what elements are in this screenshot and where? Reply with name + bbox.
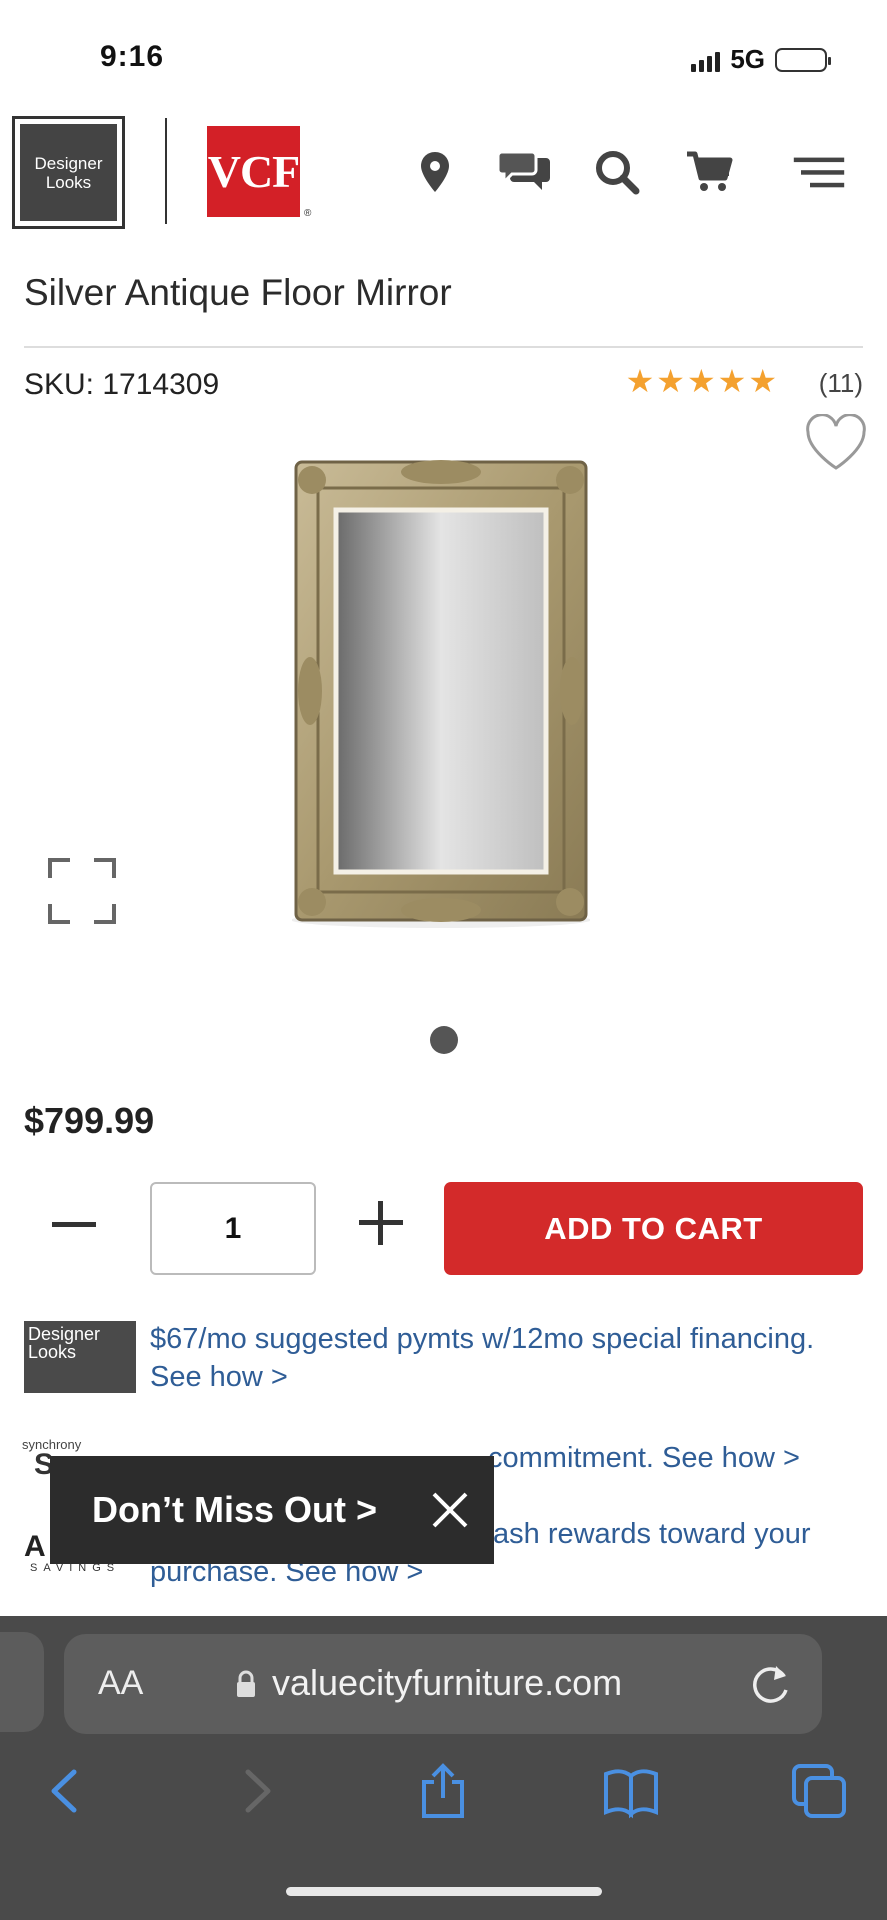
chat-icon[interactable] (498, 145, 552, 199)
toast-label[interactable]: Don’t Miss Out > (92, 1489, 377, 1531)
dont-miss-out-toast[interactable]: Don’t Miss Out > (50, 1456, 494, 1564)
cash-rewards-link[interactable]: ash rewards toward your (493, 1518, 811, 1551)
search-icon[interactable] (590, 145, 644, 199)
rating-stars[interactable]: ★ ★ ★ ★ ★ (626, 364, 777, 398)
star-icon: ★ (686, 363, 716, 399)
registered-mark: ® (304, 208, 312, 219)
savings-logo-letter: A (24, 1530, 46, 1563)
star-icon: ★ (717, 363, 747, 399)
previous-tab-preview[interactable] (0, 1632, 44, 1732)
close-icon[interactable] (426, 1486, 474, 1534)
designer-looks-card-image: Designer Looks (24, 1321, 136, 1393)
fullscreen-expand-icon[interactable] (48, 858, 116, 924)
bookmarks-icon[interactable] (602, 1762, 660, 1820)
home-indicator[interactable] (286, 1887, 602, 1896)
quantity-decrease-button[interactable] (50, 1194, 98, 1254)
product-sku: SKU: 1714309 (24, 368, 220, 401)
lock-icon (236, 1670, 256, 1698)
battery-icon (775, 47, 831, 72)
menu-icon[interactable] (792, 145, 846, 199)
product-price: $799.99 (24, 1100, 155, 1141)
quantity-input[interactable]: 1 (150, 1182, 316, 1275)
star-icon: ★ (625, 363, 655, 399)
product-title: Silver Antique Floor Mirror (24, 272, 452, 313)
designer-card-text: Designer Looks (28, 1324, 101, 1362)
share-icon[interactable] (414, 1762, 472, 1820)
network-label: 5G (730, 44, 765, 74)
back-icon[interactable] (38, 1762, 96, 1820)
add-to-cart-button[interactable]: ADD TO CART (444, 1182, 863, 1275)
tabs-icon[interactable] (790, 1762, 848, 1820)
title-divider (24, 346, 863, 348)
vcf-logo[interactable]: VCF (207, 126, 300, 217)
location-pin-icon[interactable] (408, 145, 462, 199)
cart-icon[interactable] (682, 145, 736, 199)
apr-link[interactable]: commitment. See how > (488, 1442, 800, 1475)
status-time: 9:16 (100, 40, 165, 73)
status-indicators: 5G (691, 44, 831, 75)
plus-icon (359, 1201, 403, 1245)
forward-icon[interactable] (226, 1762, 284, 1820)
reader-settings-button[interactable]: AA (98, 1664, 143, 1703)
reload-icon[interactable] (746, 1658, 796, 1710)
minus-icon (52, 1221, 96, 1227)
wishlist-heart-icon[interactable] (804, 413, 868, 474)
review-count[interactable]: (11) (819, 368, 863, 399)
financing-link[interactable]: $67/mo suggested pymts w/12mo special fi… (150, 1320, 850, 1396)
quantity-increase-button[interactable] (356, 1196, 406, 1250)
logo-divider (165, 118, 167, 224)
star-icon: ★ (656, 363, 685, 399)
product-image[interactable] (291, 458, 591, 928)
carousel-dot-active[interactable] (430, 1026, 458, 1054)
designer-looks-logo-text: Designer Looks (20, 124, 117, 221)
signal-icon (691, 48, 721, 72)
designer-looks-logo[interactable]: Designer Looks (12, 116, 125, 229)
url-text[interactable]: valuecityfurniture.com (272, 1662, 622, 1704)
star-icon: ★ (748, 363, 777, 399)
